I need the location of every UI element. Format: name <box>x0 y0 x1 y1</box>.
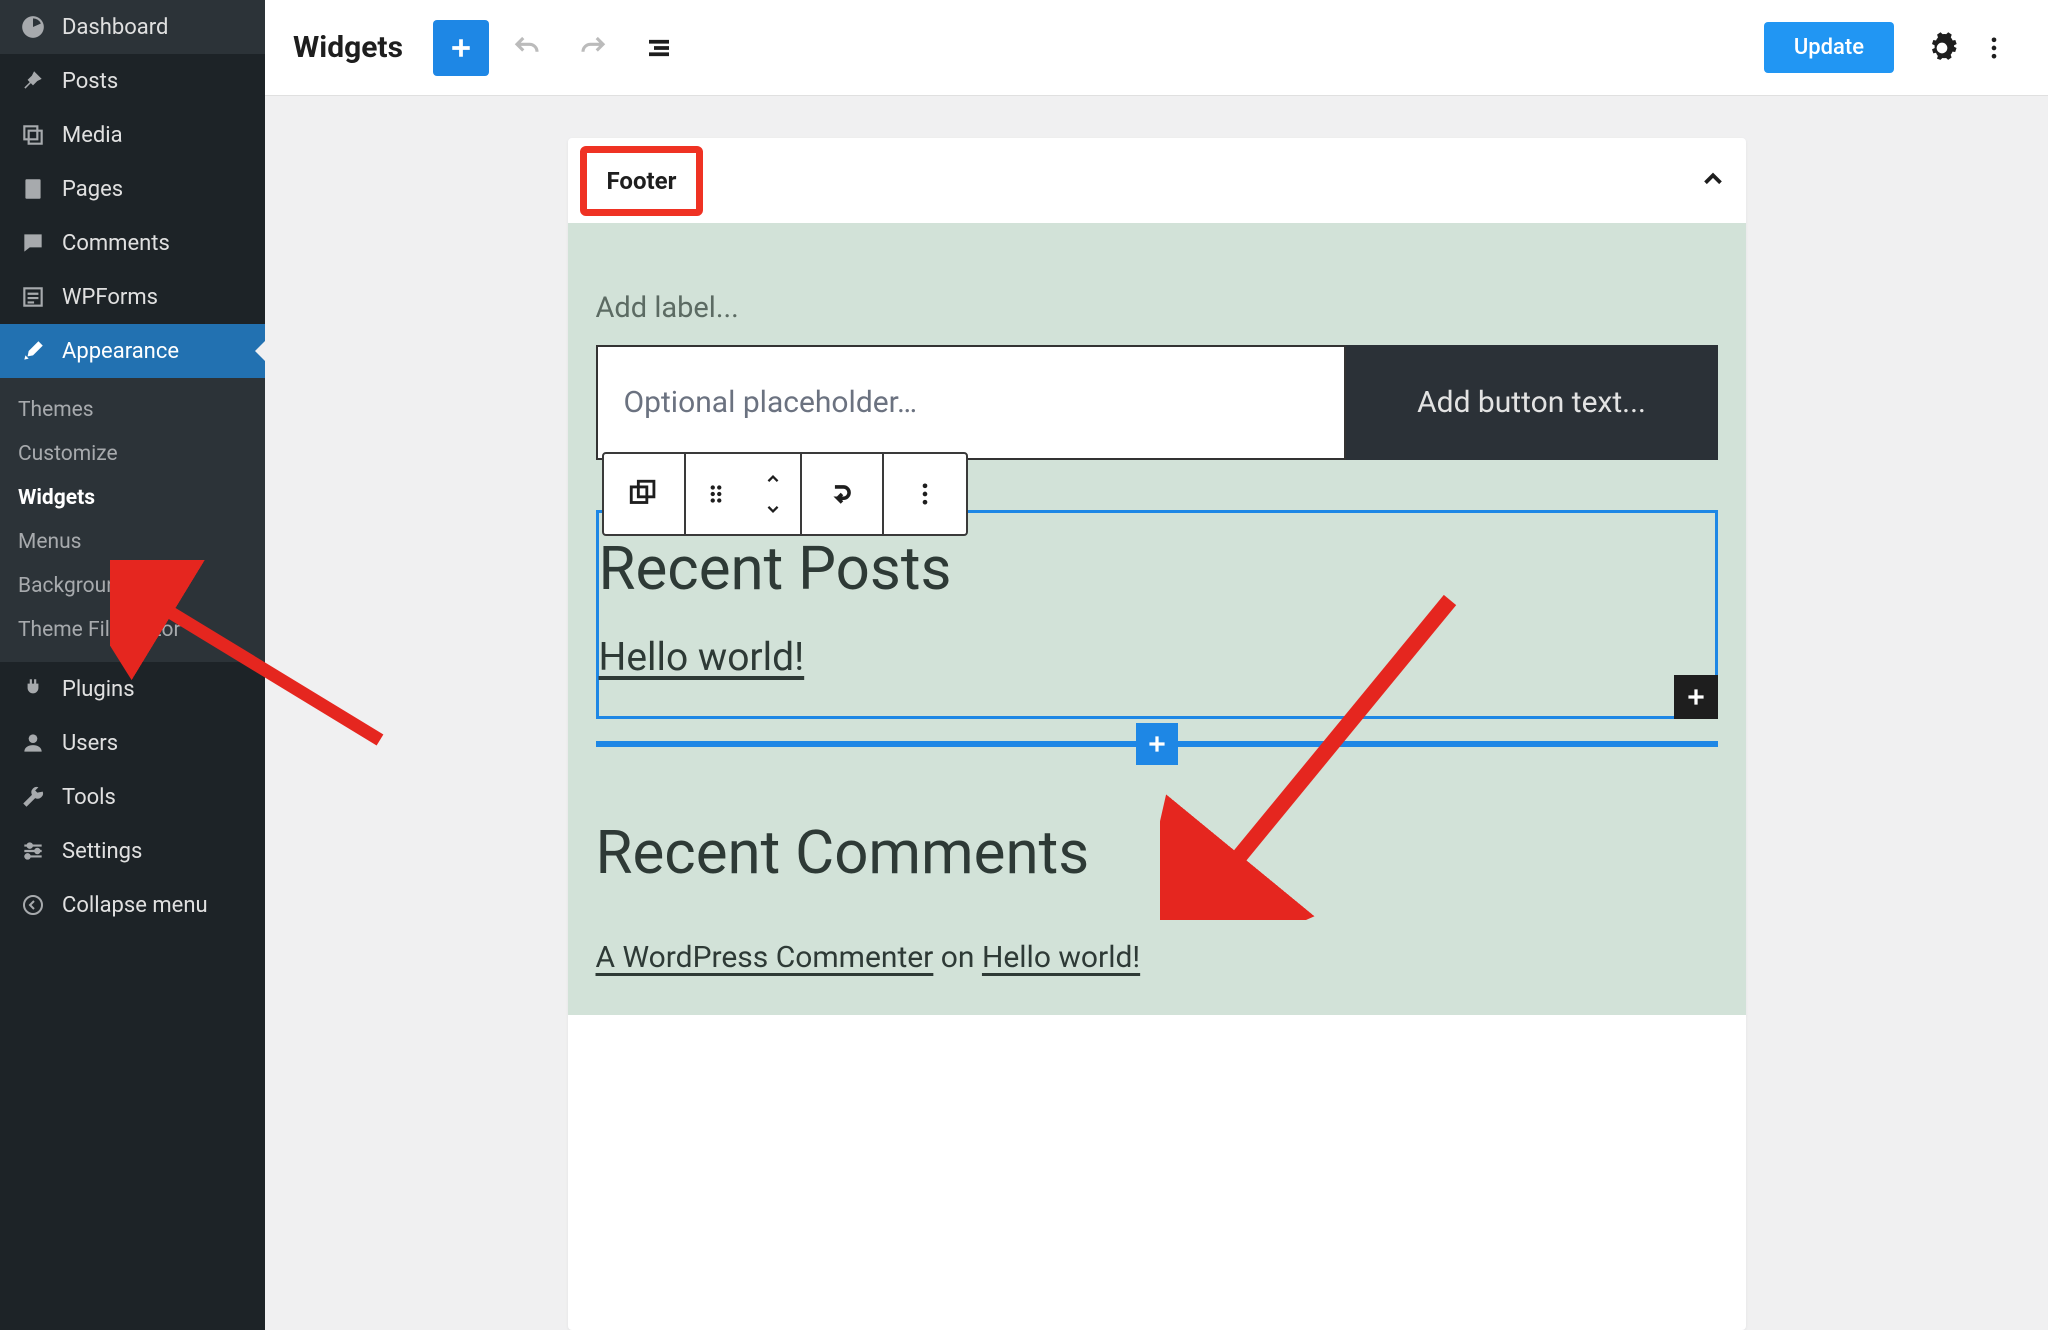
search-button-placeholder[interactable]: Add button text... <box>1346 345 1718 460</box>
list-view-button[interactable] <box>631 20 687 76</box>
comment-post-link[interactable]: Hello world! <box>982 940 1140 975</box>
drag-handle[interactable] <box>686 454 746 534</box>
block-more-button[interactable] <box>884 454 966 534</box>
sidebar-item-dashboard[interactable]: Dashboard <box>0 0 265 54</box>
sidebar-item-collapse[interactable]: Collapse menu <box>0 878 265 932</box>
sidebar-item-label: Users <box>62 731 118 756</box>
widget-area-title: Footer <box>607 167 677 195</box>
main-area: Widgets Update Footer <box>265 0 2048 1330</box>
move-up-down[interactable] <box>746 454 802 534</box>
pin-icon <box>18 66 48 96</box>
add-block-button[interactable] <box>433 20 489 76</box>
sidebar-item-label: Tools <box>62 785 116 810</box>
chevron-up-icon[interactable] <box>1698 164 1728 198</box>
page-icon <box>18 174 48 204</box>
recent-comment-item: A WordPress Commenter on Hello world! <box>596 940 1718 975</box>
media-icon <box>18 120 48 150</box>
wrench-icon <box>18 782 48 812</box>
submenu-widgets[interactable]: Widgets <box>0 476 265 520</box>
sidebar-item-posts[interactable]: Posts <box>0 54 265 108</box>
sidebar-item-settings[interactable]: Settings <box>0 824 265 878</box>
user-icon <box>18 728 48 758</box>
editor-canvas: Footer Add label... Optional placeholder… <box>265 96 2048 1330</box>
comment-author-link[interactable]: A WordPress Commenter <box>596 940 934 975</box>
add-label-placeholder[interactable]: Add label... <box>596 253 1718 345</box>
appearance-submenu: Themes Customize Widgets Menus Backgroun… <box>0 378 265 662</box>
block-insertion-line[interactable] <box>596 741 1718 747</box>
plug-icon <box>18 674 48 704</box>
recent-posts-block[interactable]: Recent Posts Hello world! <box>596 510 1718 719</box>
sidebar-item-tools[interactable]: Tools <box>0 770 265 824</box>
sidebar-item-wpforms[interactable]: WPForms <box>0 270 265 324</box>
submenu-background[interactable]: Background <box>0 564 265 608</box>
sidebar-item-label: Collapse menu <box>62 893 208 918</box>
page-title: Widgets <box>293 30 403 65</box>
sidebar-item-pages[interactable]: Pages <box>0 162 265 216</box>
update-button[interactable]: Update <box>1764 22 1894 73</box>
more-options-button[interactable] <box>1968 22 2020 74</box>
block-append-button[interactable] <box>1674 675 1718 719</box>
redo-button[interactable] <box>565 20 621 76</box>
sidebar-item-plugins[interactable]: Plugins <box>0 662 265 716</box>
admin-sidebar: Dashboard Posts Media Pages Comments WPF… <box>0 0 265 1330</box>
recent-post-link[interactable]: Hello world! <box>599 634 805 680</box>
sidebar-item-label: Plugins <box>62 677 135 702</box>
sidebar-item-media[interactable]: Media <box>0 108 265 162</box>
sidebar-item-appearance[interactable]: Appearance <box>0 324 265 378</box>
sidebar-item-comments[interactable]: Comments <box>0 216 265 270</box>
collapse-icon <box>18 890 48 920</box>
sidebar-item-label: Appearance <box>62 339 179 364</box>
search-input[interactable]: Optional placeholder… <box>596 345 1346 460</box>
transform-button[interactable] <box>802 454 884 534</box>
block-type-button[interactable] <box>604 454 686 534</box>
submenu-customize[interactable]: Customize <box>0 432 265 476</box>
recent-comments-heading: Recent Comments <box>596 817 1718 888</box>
sliders-icon <box>18 836 48 866</box>
sidebar-item-label: Settings <box>62 839 142 864</box>
footer-title-highlight: Footer <box>580 146 704 216</box>
dashboard-icon <box>18 12 48 42</box>
widget-area-body: Add label... Optional placeholder… Add b… <box>568 223 1746 1015</box>
insertion-plus-button[interactable] <box>1136 723 1178 765</box>
submenu-menus[interactable]: Menus <box>0 520 265 564</box>
sidebar-item-label: Pages <box>62 177 123 202</box>
sidebar-item-users[interactable]: Users <box>0 716 265 770</box>
sidebar-item-label: Media <box>62 123 123 148</box>
search-block: Optional placeholder… Add button text... <box>596 345 1718 460</box>
sidebar-item-label: Posts <box>62 69 118 94</box>
comment-icon <box>18 228 48 258</box>
form-icon <box>18 282 48 312</box>
submenu-theme-file-editor[interactable]: Theme File Editor <box>0 608 265 652</box>
block-toolbar <box>602 452 968 536</box>
editor-topbar: Widgets Update <box>265 0 2048 96</box>
sidebar-item-label: Comments <box>62 231 170 256</box>
submenu-themes[interactable]: Themes <box>0 388 265 432</box>
widget-area-footer: Footer Add label... Optional placeholder… <box>568 138 1746 1330</box>
settings-button[interactable] <box>1916 22 1968 74</box>
brush-icon <box>18 336 48 366</box>
undo-button[interactable] <box>499 20 555 76</box>
recent-posts-heading: Recent Posts <box>599 533 1715 634</box>
sidebar-item-label: Dashboard <box>62 15 168 40</box>
widget-area-header[interactable]: Footer <box>568 138 1746 223</box>
search-placeholder: Optional placeholder… <box>624 385 918 420</box>
sidebar-item-label: WPForms <box>62 285 158 310</box>
